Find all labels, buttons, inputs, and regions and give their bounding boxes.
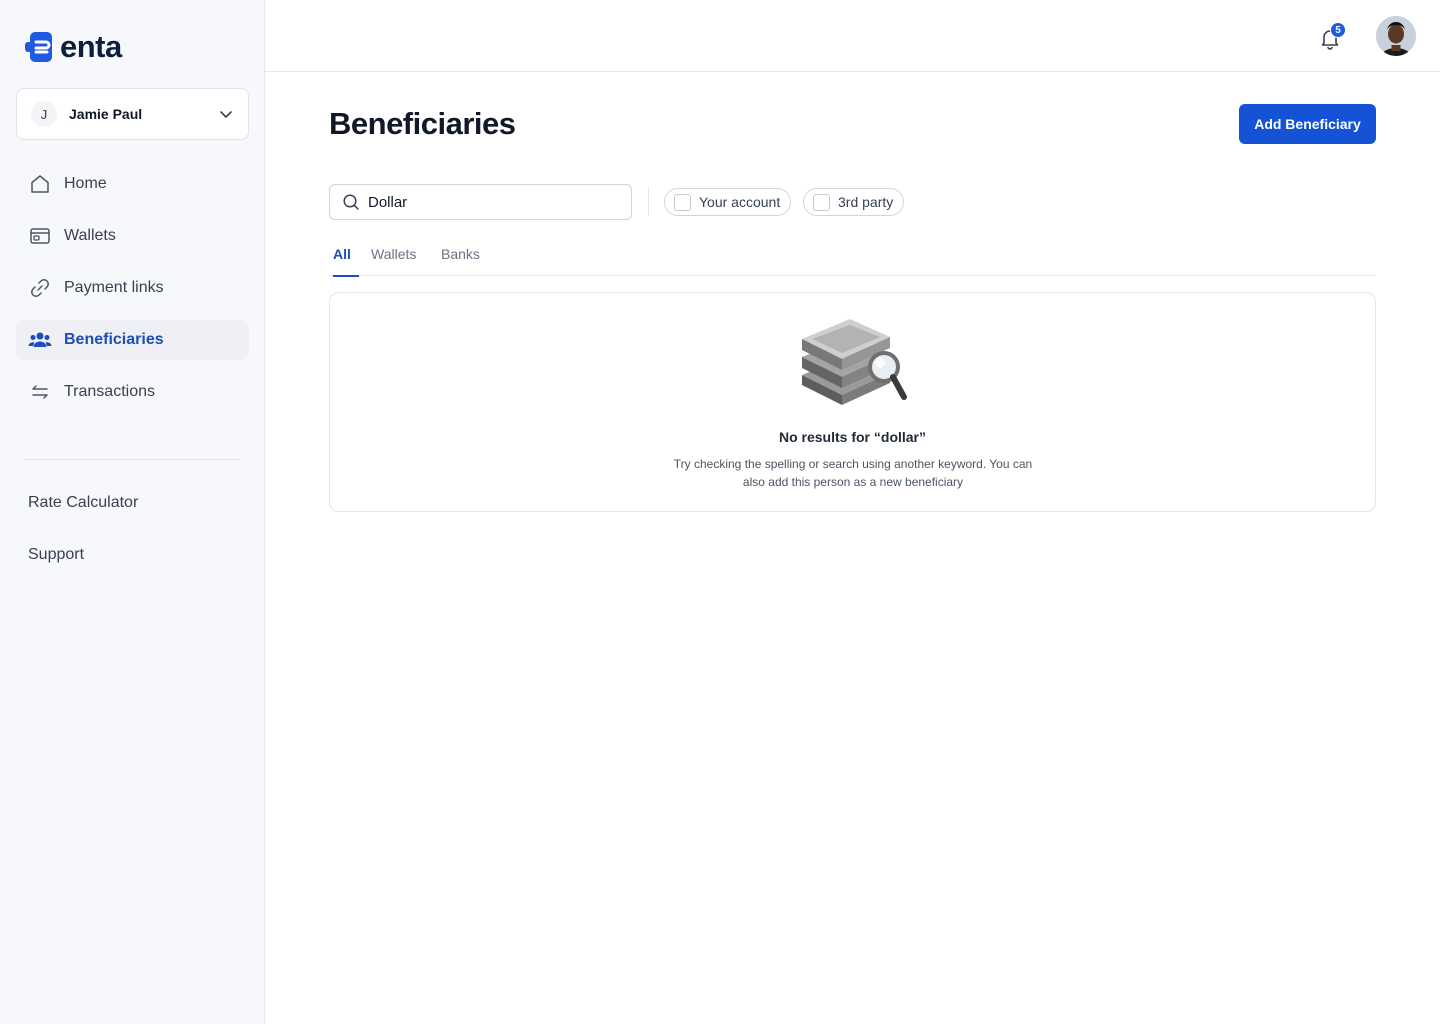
sidebar-item-home[interactable]: Home [16,164,249,204]
search-input[interactable] [368,193,608,211]
sidebar-nav: Home Wallets Payment links Beneficiaries… [16,164,249,424]
filter-label: Your account [699,194,781,210]
page-title: Beneficiaries [329,106,516,141]
checkbox-third-party[interactable] [813,193,830,211]
chevron-down-icon [220,111,232,118]
home-icon [28,172,52,196]
search-icon [343,194,359,210]
tab-active-indicator [333,275,359,277]
filter-label: 3rd party [838,194,894,210]
sidebar-item-label: Wallets [64,227,116,244]
sidebar-item-payment-links[interactable]: Payment links [16,268,249,308]
tab-wallets[interactable]: Wallets [371,246,416,276]
sidebar-item-transactions[interactable]: Transactions [16,372,249,412]
sidebar: enta J Jamie Paul Home Wallets Payment l… [0,0,265,1024]
sidebar-item-beneficiaries[interactable]: Beneficiaries [16,320,249,360]
link-icon [28,276,52,300]
sidebar-item-label: Payment links [64,279,164,296]
add-beneficiary-button[interactable]: Add Beneficiary [1239,104,1376,144]
users-icon [28,328,52,352]
account-switcher[interactable]: J Jamie Paul [16,88,249,140]
filter-third-party[interactable]: 3rd party [803,188,905,216]
logo-text: enta [60,29,122,64]
logo-icon [25,32,52,62]
search-box [329,184,632,220]
notification-badge: 5 [1330,22,1346,38]
empty-state-description: Try checking the spelling or search usin… [673,457,1033,489]
wallet-icon [28,224,52,248]
sidebar-item-label: Beneficiaries [64,331,164,348]
empty-state-card: No results for “dollar” Try checking the… [329,292,1376,512]
sidebar-item-label: Home [64,175,107,192]
arrows-swap-icon [28,380,52,404]
sidebar-item-label: Transactions [64,383,155,400]
filter-your-account[interactable]: Your account [664,188,792,216]
top-bar [265,0,1440,72]
tabs: All Wallets Banks [329,244,1376,277]
sidebar-divider [24,459,241,460]
empty-state-title: No results for “dollar” [778,429,927,445]
logo[interactable]: enta [24,30,122,64]
rate-calculator-link[interactable]: Rate Calculator [28,494,138,512]
tab-label: All [333,246,351,262]
account-avatar: J [31,101,57,127]
tab-banks[interactable]: Banks [441,246,480,276]
empty-tray-search-icon [802,319,907,405]
account-name: Jamie Paul [69,106,143,122]
support-link[interactable]: Support [28,546,84,564]
user-avatar[interactable] [1376,16,1416,56]
filter-separator [648,188,649,216]
sidebar-item-wallets[interactable]: Wallets [16,216,249,256]
checkbox-your-account[interactable] [674,193,691,211]
tab-all[interactable]: All [333,246,359,277]
